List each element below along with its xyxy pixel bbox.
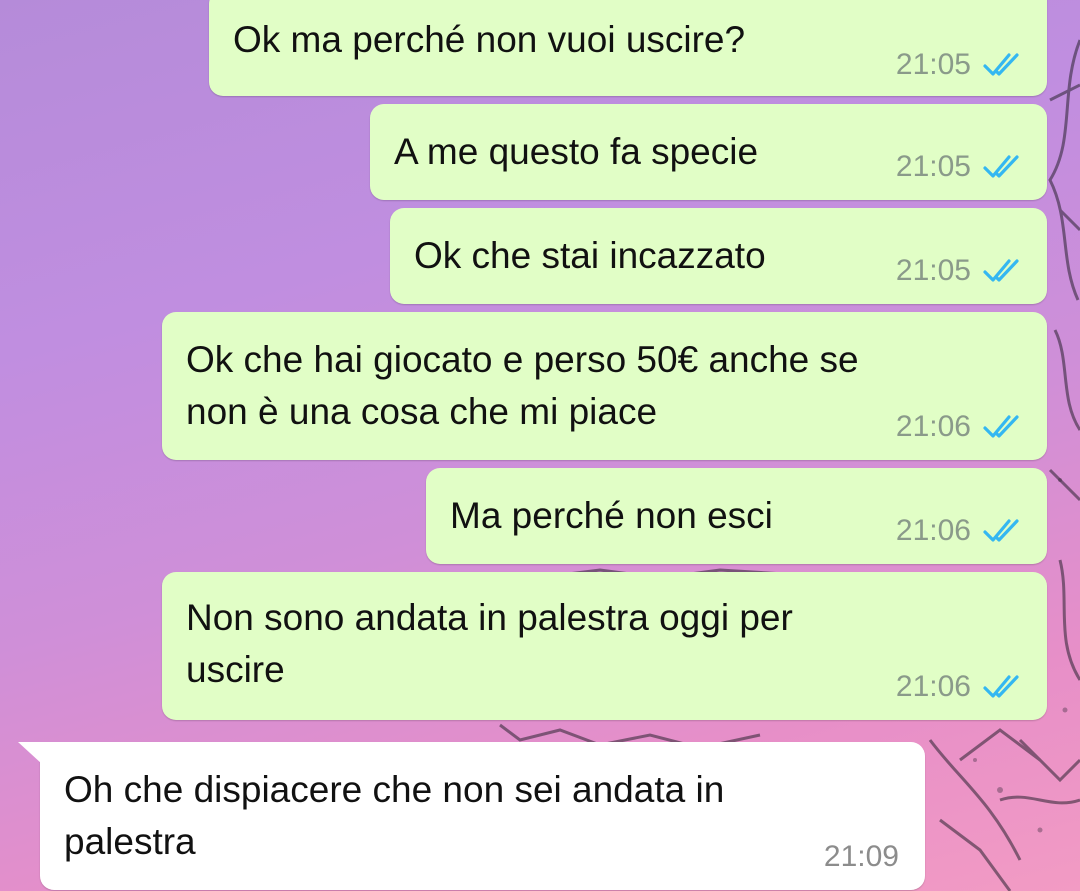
message-time: 21:06 <box>895 410 971 443</box>
outgoing-message-bubble[interactable]: A me questo fa specie 21:05 <box>370 104 1047 200</box>
double-check-icon <box>983 52 1021 78</box>
outgoing-message-bubble[interactable]: Ok che stai incazzato 21:05 <box>390 208 1047 304</box>
message-time: 21:06 <box>895 514 971 547</box>
message-text: Ok che stai incazzato <box>414 235 766 276</box>
message-meta: 21:06 <box>896 670 1021 704</box>
message-meta: 21:05 <box>896 48 1021 82</box>
message-time: 21:06 <box>895 670 971 703</box>
double-check-icon <box>983 258 1021 284</box>
message-time: 21:09 <box>823 840 899 873</box>
message-time: 21:05 <box>895 48 971 81</box>
message-time: 21:05 <box>895 150 971 183</box>
incoming-message-bubble[interactable]: Oh che dispiacere che non sei andata in … <box>18 742 925 890</box>
message-meta: 21:06 <box>896 514 1021 548</box>
double-check-icon <box>983 414 1021 440</box>
outgoing-message-bubble[interactable]: Ok ma perché non vuoi uscire? 21:05 <box>209 0 1047 96</box>
message-meta: 21:06 <box>896 410 1021 444</box>
message-time: 21:05 <box>895 254 971 287</box>
outgoing-message-bubble[interactable]: Ok che hai giocato e perso 50€ anche se … <box>162 312 1047 460</box>
message-text: Ok che hai giocato e perso 50€ anche se … <box>186 339 859 432</box>
double-check-icon <box>983 154 1021 180</box>
outgoing-message-bubble[interactable]: Non sono andata in palestra oggi per usc… <box>162 572 1047 720</box>
double-check-icon <box>983 674 1021 700</box>
message-text: Non sono andata in palestra oggi per usc… <box>186 597 793 690</box>
message-text: Ma perché non esci <box>450 495 773 536</box>
message-meta: 21:05 <box>896 254 1021 288</box>
message-text: Oh che dispiacere che non sei andata in … <box>64 769 725 862</box>
bubble-tail <box>18 742 42 764</box>
message-text: Ok ma perché non vuoi uscire? <box>233 19 746 60</box>
message-text: A me questo fa specie <box>394 131 759 172</box>
outgoing-message-bubble[interactable]: Ma perché non esci 21:06 <box>426 468 1047 564</box>
message-meta: 21:09 <box>824 840 899 874</box>
message-meta: 21:05 <box>896 150 1021 184</box>
double-check-icon <box>983 518 1021 544</box>
